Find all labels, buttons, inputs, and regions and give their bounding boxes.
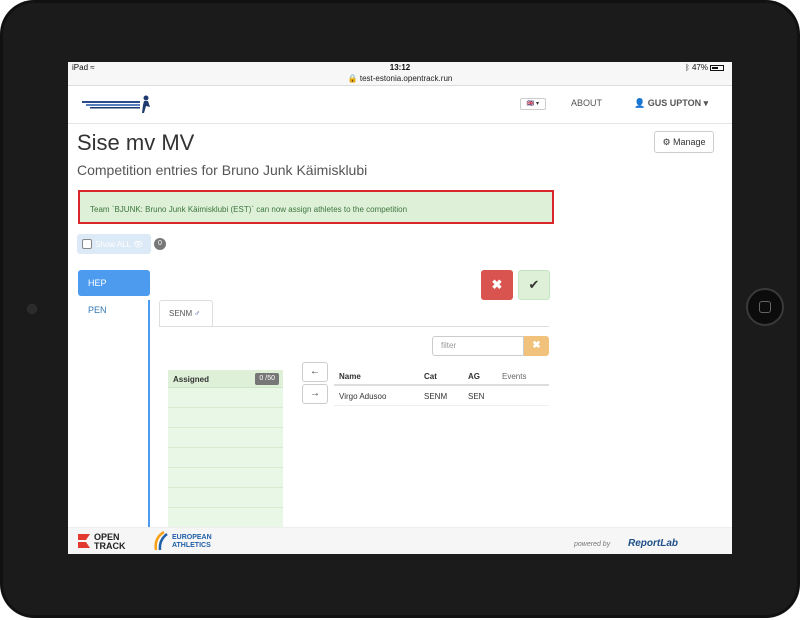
arrow-left-icon: ←	[310, 366, 320, 377]
athletes-table: Name Cat AG Events Virgo Adusoo SENM SEN	[334, 366, 549, 406]
athlete-name: Virgo Adusoo	[339, 392, 387, 401]
european-athletics-logo[interactable]: EUROPEAN ATHLETICS	[152, 530, 232, 552]
col-events: Events	[502, 372, 527, 381]
eye-icon: 👁	[132, 240, 144, 249]
assigned-slot[interactable]	[168, 408, 283, 428]
show-all-checkbox[interactable]	[82, 239, 92, 249]
cancel-button[interactable]: ✖	[481, 270, 513, 300]
table-row[interactable]: Virgo Adusoo SENM SEN	[334, 386, 549, 406]
close-icon: ✖	[532, 340, 541, 351]
url-bar[interactable]: 🔒 test-estonia.opentrack.run	[68, 74, 732, 86]
bluetooth-icon: ᛒ	[684, 63, 690, 72]
tab-divider	[148, 300, 150, 554]
assigned-label: Assigned	[173, 375, 210, 384]
language-select[interactable]: 🇬🇧 ▾	[520, 98, 546, 110]
show-all-count-badge: 0	[154, 238, 166, 250]
nav-about-link[interactable]: ABOUT	[571, 98, 602, 108]
svg-text:ATHLETICS: ATHLETICS	[172, 542, 211, 549]
athlete-cat: SENM	[424, 392, 448, 401]
assigned-slot[interactable]	[168, 468, 283, 488]
athlete-ag: SEN	[468, 392, 485, 401]
assigned-slot[interactable]	[168, 488, 283, 508]
move-left-button[interactable]: ←	[302, 362, 328, 382]
event-tab-hep[interactable]: HEP	[78, 270, 150, 296]
ios-status-bar: iPad ≈ 13:12 ᛒ 47%	[68, 62, 732, 74]
confirm-button[interactable]: ✔	[518, 270, 550, 300]
ipad-frame: iPad ≈ 13:12 ᛒ 47% 🔒 test-estonia.opentr…	[0, 0, 800, 618]
tabs-divider	[159, 326, 549, 327]
success-alert: Team `BJUNK: Bruno Junk Käimisklubi (EST…	[78, 190, 554, 224]
assigned-slot[interactable]	[168, 448, 283, 468]
club-logo[interactable]	[82, 93, 156, 115]
clear-filter-button[interactable]: ✖	[524, 336, 549, 356]
navbar: 🇬🇧 ▾ ABOUT 👤 GUS UPTON ▾	[68, 86, 732, 124]
event-tab-pen[interactable]: PEN	[78, 297, 150, 323]
assigned-header: Assigned 0 /50	[168, 370, 283, 388]
col-cat: Cat	[424, 372, 437, 381]
user-icon: 👤	[634, 98, 646, 108]
assigned-slot[interactable]	[168, 508, 283, 528]
home-button[interactable]	[746, 288, 784, 326]
assigned-slot[interactable]	[168, 428, 283, 448]
user-menu[interactable]: 👤 GUS UPTON ▾	[634, 98, 708, 109]
arrow-right-icon: →	[310, 388, 320, 399]
col-name: Name	[339, 372, 361, 381]
gear-icon: ⚙	[662, 137, 671, 147]
powered-by-label: powered by	[574, 541, 611, 548]
opentrack-logo[interactable]: OPEN TRACK	[76, 530, 136, 552]
svg-text:TRACK: TRACK	[94, 541, 126, 551]
close-icon: ✖	[491, 277, 503, 292]
battery-icon	[710, 64, 724, 71]
tab-senm[interactable]: SENM ♂	[159, 300, 213, 326]
front-camera	[28, 305, 36, 313]
page-title: Sise mv MV	[77, 130, 195, 155]
lock-icon: 🔒	[347, 74, 358, 83]
table-header: Name Cat AG Events	[334, 366, 549, 386]
manage-button[interactable]: ⚙ Manage	[654, 131, 714, 153]
assigned-count: 0 /50	[255, 373, 279, 385]
clock: 13:12	[389, 63, 411, 72]
svg-text:EUROPEAN: EUROPEAN	[172, 534, 212, 541]
battery-status: ᛒ 47%	[685, 63, 724, 72]
screen: iPad ≈ 13:12 ᛒ 47% 🔒 test-estonia.opentr…	[68, 62, 732, 554]
assigned-slot[interactable]	[168, 388, 283, 408]
male-icon: ♂	[194, 309, 201, 318]
col-ag: AG	[468, 372, 480, 381]
footer: OPEN TRACK EUROPEAN ATHLETICS powered by…	[68, 527, 732, 554]
alert-text: Team `BJUNK: Bruno Junk Käimisklubi (EST…	[90, 205, 408, 214]
check-icon: ✔	[528, 277, 540, 292]
show-all-label: Show ALL 👁	[95, 240, 144, 249]
filter-input[interactable]: filter	[432, 336, 524, 356]
show-all-toggle[interactable]: Show ALL 👁	[77, 234, 151, 254]
page-subtitle: Competition entries for Bruno Junk Käimi…	[77, 162, 368, 178]
reportlab-logo[interactable]: ReportLab	[628, 538, 678, 549]
move-right-button[interactable]: →	[302, 384, 328, 404]
